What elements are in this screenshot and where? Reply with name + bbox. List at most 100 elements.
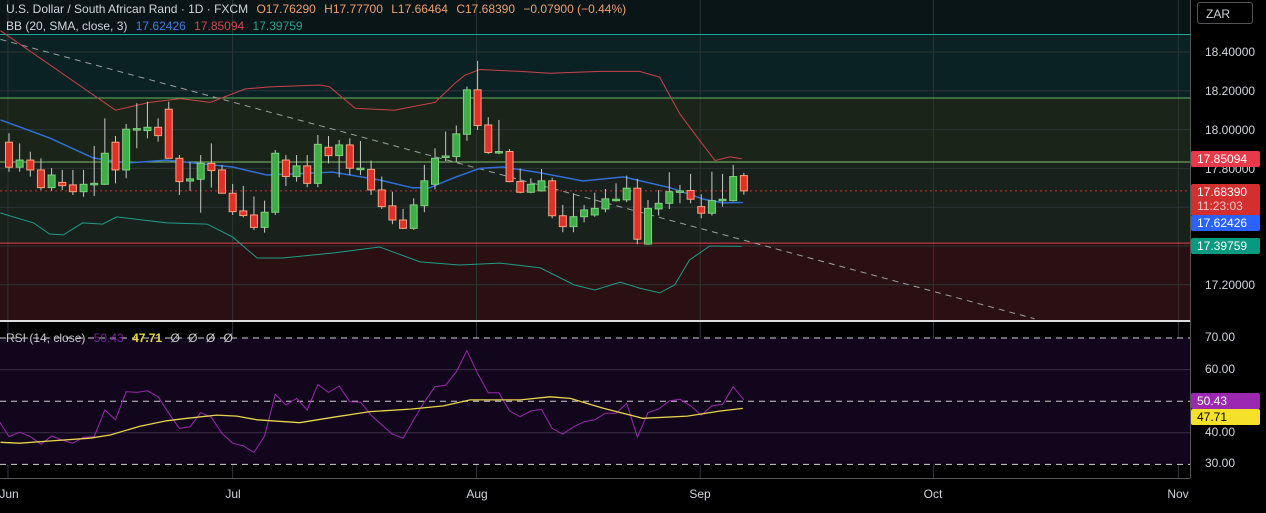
candle-up: [462, 89, 471, 135]
rsi-tag: 50.43: [1191, 393, 1260, 409]
candle-down: [697, 206, 706, 214]
candle-down: [516, 181, 525, 193]
candle-up: [718, 198, 727, 202]
rsi-ma-tag: 47.71: [1191, 409, 1260, 425]
rsi-tick: 60.00: [1205, 362, 1236, 376]
zone-teal: [0, 34, 1190, 98]
time-axis[interactable]: Jun Jul Aug Sep Oct Nov: [0, 478, 1190, 513]
candle-down: [26, 159, 35, 171]
candle-up: [90, 182, 99, 186]
candle-up: [707, 200, 716, 214]
change-value: −0.07900 (−0.44%): [523, 2, 627, 16]
candle-up: [441, 155, 450, 158]
close-value: C17.68390: [456, 2, 516, 16]
candle-down: [249, 214, 258, 228]
candle-down: [111, 141, 120, 171]
bb-upper-value: 17.85094: [194, 19, 245, 33]
price-tick: 17.20000: [1205, 278, 1256, 292]
candle-up: [186, 178, 195, 182]
candle-down: [558, 215, 567, 228]
candle-up: [452, 133, 461, 158]
candle-up: [675, 190, 684, 193]
candle-up: [665, 191, 674, 204]
candle-up: [313, 143, 322, 184]
price-tick: 18.20000: [1205, 84, 1256, 98]
candle-down: [367, 168, 376, 191]
zone-red: [0, 243, 1190, 320]
candle-up: [580, 209, 589, 218]
time-label: Nov: [1167, 487, 1189, 501]
candle-down: [175, 157, 184, 183]
candle-down: [399, 219, 408, 229]
last-price: 17.68390: [1197, 185, 1248, 199]
price-chart[interactable]: [0, 0, 1190, 320]
candle-down: [68, 184, 77, 193]
candle-up: [47, 174, 56, 189]
rsi-tick: 30.00: [1205, 456, 1236, 470]
candle-up: [601, 198, 610, 210]
bar-countdown: 11:23:03: [1197, 199, 1243, 213]
candle-down: [473, 89, 482, 127]
bb-basis-value: 17.62426: [135, 19, 186, 33]
candle-up: [100, 152, 109, 185]
candle-up: [196, 162, 205, 180]
rsi-legend[interactable]: RSI (14, close) 50.43 47.71 Ø Ø Ø Ø: [6, 331, 238, 345]
candle-down: [5, 141, 13, 168]
candle-up: [356, 167, 365, 171]
candle-down: [633, 187, 642, 240]
candle-down: [36, 169, 45, 189]
currency-button[interactable]: ZAR: [1197, 2, 1253, 24]
open-value: O17.76290: [256, 2, 316, 16]
bb-legend[interactable]: BB (20, SMA, close, 3) 17.62426 17.85094…: [6, 19, 308, 33]
candle-up: [260, 211, 269, 228]
rsi-extra-1: Ø: [170, 331, 180, 345]
candle-down: [324, 146, 333, 157]
candle-up: [271, 152, 280, 213]
symbol-title[interactable]: U.S. Dollar / South African Rand · 1D · …: [6, 2, 248, 16]
candle-down: [548, 180, 557, 217]
candle-down: [388, 205, 397, 221]
rsi-chart[interactable]: [0, 322, 1190, 478]
candle-up: [622, 187, 631, 201]
candle-up: [335, 144, 344, 157]
candle-down: [239, 210, 248, 217]
time-label: Jul: [225, 487, 241, 501]
candle-down: [345, 144, 354, 169]
rsi-extra-4: Ø: [223, 331, 233, 345]
candle-up: [612, 198, 621, 202]
candle-up: [590, 207, 599, 216]
candle-down: [739, 175, 748, 192]
candle-up: [420, 180, 429, 207]
candle-up: [292, 165, 301, 178]
candle-up: [654, 202, 663, 210]
low-value: L17.66464: [391, 2, 448, 16]
rsi-extra-2: Ø: [188, 331, 198, 345]
time-label: Oct: [923, 487, 943, 501]
rsi-tick: 70.00: [1205, 330, 1236, 344]
price-tick: 18.00000: [1205, 123, 1256, 137]
candle-up: [729, 176, 738, 202]
candle-down: [164, 108, 173, 159]
time-label: Jun: [0, 487, 19, 501]
candle-down: [377, 189, 386, 208]
time-label: Sep: [689, 487, 711, 501]
candle-up: [569, 216, 578, 228]
bb-basis-tag: 17.62426: [1191, 215, 1260, 231]
candle-down: [154, 126, 163, 137]
candle-up: [79, 183, 88, 193]
candle-up: [409, 204, 418, 229]
bb-upper-tag: 17.85094: [1191, 151, 1260, 167]
rsi-ma-value: 47.71: [132, 331, 163, 345]
candle-up: [15, 159, 24, 168]
rsi-label: RSI (14, close): [6, 331, 86, 345]
candle-up: [132, 128, 141, 131]
last-price-tag: 17.68390 11:23:03: [1191, 184, 1260, 216]
rsi-extra-3: Ø: [205, 331, 216, 345]
candle-down: [207, 162, 216, 172]
high-value: H17.77700: [324, 2, 383, 16]
candle-down: [58, 181, 67, 187]
candle-up: [431, 157, 439, 185]
bb-lower-tag: 17.39759: [1191, 238, 1260, 254]
candle-down: [484, 124, 493, 153]
rsi-value: 50.43: [93, 331, 124, 345]
